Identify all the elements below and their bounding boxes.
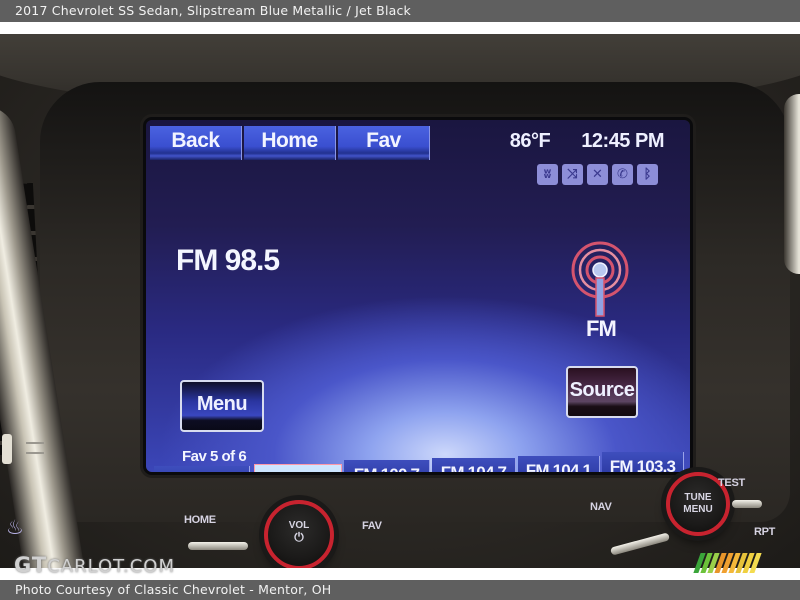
preset-button[interactable]: FM 103.3 [602,452,684,472]
status-readout: 86°F 12:45 PM [509,130,665,153]
preset-button[interactable]: FM 104.7 [432,458,516,472]
infotainment-screen: Back Home Fav 86°F 12:45 PM ʬ ⤨ ✕ ✆ ᛒ FM… [146,120,690,472]
clock: 12:45 PM [581,130,664,152]
preset-bar: FM 92.3 FM 98.5 FM 100.7 FM 104.7 FM 104… [154,446,684,472]
back-button[interactable]: Back [150,126,242,160]
preset-button[interactable]: FM 92.3 [154,466,250,472]
source-type-label: FM [586,316,617,341]
screen-nav-bar: Back Home Fav [150,126,432,160]
chrome-trim-right [784,94,800,274]
watermark-text: GTCARLOT.COM [14,553,175,577]
shuffle-icon: ⤨ [562,164,583,185]
current-station: FM 98.5 [176,244,280,277]
power-icon: ⏻ [294,530,304,544]
test-hardkey[interactable]: TEST [718,477,745,489]
side-button[interactable] [2,434,12,464]
dashboard-photo: ♨ Back Home Fav 86°F 12:45 PM ʬ ⤨ ✕ ✆ ᛒ … [0,34,800,568]
fav-hardkey[interactable]: FAV [362,520,382,532]
menu-label: MENU [683,504,713,515]
tune-label: TUNE [684,492,712,503]
seat-heater-icon[interactable]: ♨ [6,514,32,540]
listing-title: 2017 Chevrolet SS Sedan, Slipstream Blue… [0,0,800,22]
bluetooth-icon: ᛒ [637,164,658,185]
chrome-accent [188,542,248,550]
watermark-logo-icon [693,553,776,573]
volume-knob[interactable]: VOL ⏻ [264,500,334,568]
rpt-hardkey[interactable]: RPT [754,526,775,538]
temperature: 86°F [509,130,551,152]
photo-page: 2017 Chevrolet SS Sedan, Slipstream Blue… [0,0,800,600]
home-button[interactable]: Home [244,126,336,160]
fav-button[interactable]: Fav [338,126,430,160]
preset-button[interactable]: FM 100.7 [344,460,430,472]
source-button[interactable]: Source [566,366,638,418]
menu-button[interactable]: Menu [180,380,264,432]
phone-icon: ✆ [612,164,633,185]
nav-hardkey[interactable]: NAV [590,501,612,513]
preset-button-active[interactable]: FM 98.5 [254,464,342,472]
voice-recognition-icon: ʬ [537,164,558,185]
chrome-accent [609,532,671,556]
side-buttons [0,434,50,494]
preset-button[interactable]: FM 104.1 [518,456,600,472]
status-icons: ʬ ⤨ ✕ ✆ ᛒ [533,164,658,185]
watermark-suffix: CARLOT.COM [47,556,175,577]
home-hardkey[interactable]: HOME [184,514,216,526]
watermark-prefix: GT [14,553,48,577]
chrome-accent [732,500,762,508]
mute-icon: ✕ [587,164,608,185]
photo-credit: Photo Courtesy of Classic Chevrolet - Me… [0,580,800,600]
heat-icon [26,442,44,454]
